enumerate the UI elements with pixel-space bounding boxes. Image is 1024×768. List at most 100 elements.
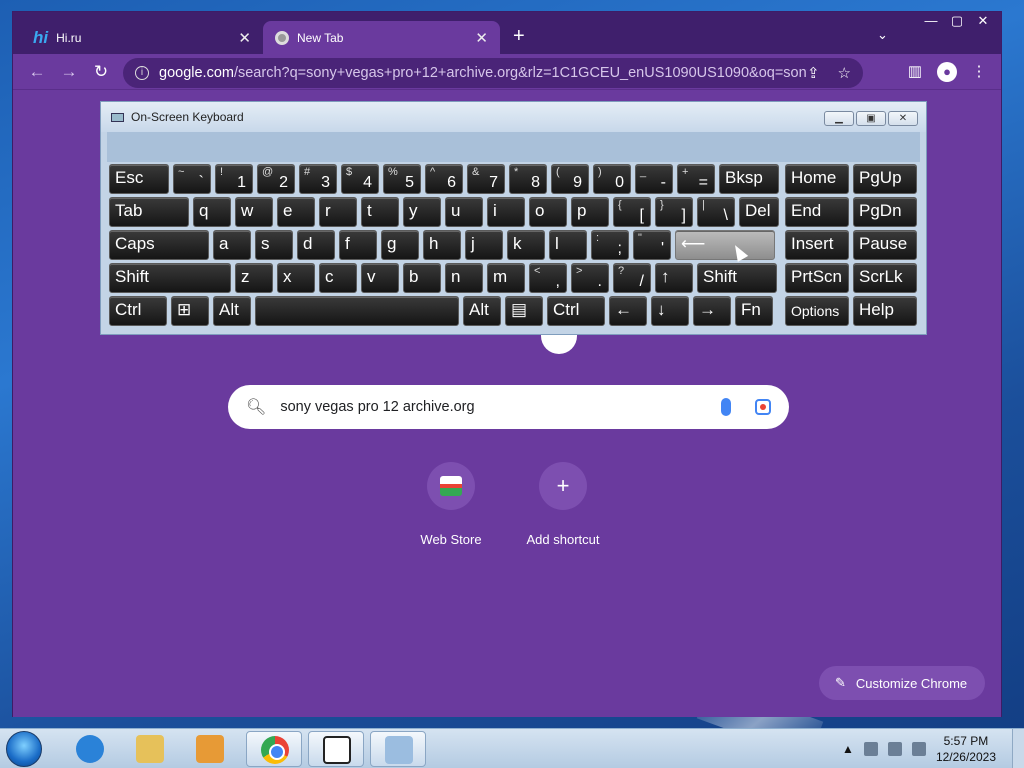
tab-new-tab[interactable]: New Tab ✕: [263, 21, 500, 54]
close-icon[interactable]: ✕: [238, 29, 251, 47]
osk-key[interactable]: ~ `: [173, 164, 211, 194]
osk-key[interactable]: Del: [739, 197, 779, 227]
osk-key[interactable]: Shift: [109, 263, 231, 293]
osk-key[interactable]: ⟵: [675, 230, 775, 260]
osk-key[interactable]: Ctrl: [547, 296, 605, 326]
osk-key[interactable]: * 8: [509, 164, 547, 194]
osk-key[interactable]: >.: [571, 263, 609, 293]
minimize-icon[interactable]: ▁: [824, 111, 854, 126]
osk-key[interactable]: Esc: [109, 164, 169, 194]
close-icon[interactable]: ✕: [888, 111, 918, 126]
osk-key[interactable]: j: [465, 230, 503, 260]
close-icon[interactable]: ✕: [971, 12, 995, 29]
tab-search-chevron-icon[interactable]: ⌄: [877, 27, 888, 43]
osk-key[interactable]: w: [235, 197, 273, 227]
google-lens-icon[interactable]: [755, 399, 771, 415]
osk-key[interactable]: + =: [677, 164, 715, 194]
osk-key[interactable]: d: [297, 230, 335, 260]
reload-icon[interactable]: ↻: [89, 60, 113, 84]
osk-key[interactable]: #3: [299, 164, 337, 194]
osk-key[interactable]: :;: [591, 230, 629, 260]
osk-key[interactable]: @2: [257, 164, 295, 194]
osk-key[interactable]: o: [529, 197, 567, 227]
osk-key[interactable]: _ -: [635, 164, 673, 194]
osk-key[interactable]: t: [361, 197, 399, 227]
osk-key[interactable]: <,: [529, 263, 567, 293]
osk-key[interactable]: ScrLk: [853, 263, 917, 293]
taskbar-app[interactable]: [308, 731, 364, 767]
osk-key[interactable]: e: [277, 197, 315, 227]
network-icon[interactable]: [887, 742, 902, 756]
osk-key[interactable]: c: [319, 263, 357, 293]
osk-key[interactable]: r: [319, 197, 357, 227]
osk-key[interactable]: {[: [613, 197, 651, 227]
osk-key[interactable]: ^ 6: [425, 164, 463, 194]
osk-key[interactable]: PgDn: [853, 197, 917, 227]
osk-key[interactable]: b: [403, 263, 441, 293]
osk-key[interactable]: a: [213, 230, 251, 260]
osk-key[interactable]: f: [339, 230, 377, 260]
osk-key[interactable]: " ': [633, 230, 671, 260]
osk-key[interactable]: ↓: [651, 296, 689, 326]
osk-key[interactable]: Fn: [735, 296, 773, 326]
osk-key[interactable]: p: [571, 197, 609, 227]
osk-key[interactable]: u: [445, 197, 483, 227]
osk-key[interactable]: ↑: [655, 263, 693, 293]
osk-key[interactable]: l: [549, 230, 587, 260]
osk-key[interactable]: ! 1: [215, 164, 253, 194]
osk-key[interactable]: ) 0: [593, 164, 631, 194]
taskbar-internet-explorer[interactable]: [62, 731, 118, 767]
osk-key[interactable]: PrtScn: [785, 263, 849, 293]
action-center-icon[interactable]: [863, 742, 878, 756]
minimize-icon[interactable]: —: [919, 12, 943, 29]
osk-key[interactable]: Alt: [213, 296, 251, 326]
osk-key[interactable]: m: [487, 263, 525, 293]
osk-key[interactable]: Home: [785, 164, 849, 194]
volume-muted-icon[interactable]: [911, 742, 926, 756]
tray-expand-icon[interactable]: ▲: [842, 742, 854, 756]
osk-key[interactable]: i: [487, 197, 525, 227]
osk-key[interactable]: Alt: [463, 296, 501, 326]
osk-key[interactable]: Shift: [697, 263, 777, 293]
taskbar-on-screen-keyboard[interactable]: [370, 731, 426, 767]
osk-key[interactable]: Ctrl: [109, 296, 167, 326]
osk-key[interactable]: v: [361, 263, 399, 293]
osk-key[interactable]: ⊞: [171, 296, 209, 326]
shortcut-web-store[interactable]: Web Store: [396, 462, 506, 547]
osk-title-bar[interactable]: On-Screen Keyboard: [101, 102, 926, 132]
osk-key[interactable]: PgUp: [853, 164, 917, 194]
search-box[interactable]: 🔍︎ sony vegas pro 12 archive.org: [228, 385, 789, 429]
osk-key[interactable]: }]: [655, 197, 693, 227]
taskbar-file-explorer[interactable]: [122, 731, 178, 767]
shortcut-add[interactable]: + Add shortcut: [508, 462, 618, 547]
maximize-icon[interactable]: ▢: [945, 12, 969, 29]
clock[interactable]: 5:57 PM 12/26/2023: [936, 733, 996, 765]
osk-key[interactable]: Help: [853, 296, 917, 326]
bookmark-star-icon[interactable]: ☆: [838, 64, 851, 82]
forward-arrow-icon[interactable]: →: [57, 60, 81, 84]
microphone-icon[interactable]: [721, 398, 731, 416]
osk-key[interactable]: Tab: [109, 197, 189, 227]
close-icon[interactable]: ✕: [475, 29, 488, 47]
search-input[interactable]: sony vegas pro 12 archive.org: [280, 399, 721, 415]
share-icon[interactable]: ⇪: [807, 64, 820, 82]
osk-key[interactable]: Bksp: [719, 164, 779, 194]
osk-key[interactable]: s: [255, 230, 293, 260]
osk-key[interactable]: & 7: [467, 164, 505, 194]
osk-key[interactable]: z: [235, 263, 273, 293]
taskbar-media-player[interactable]: [182, 731, 238, 767]
osk-key[interactable]: g: [381, 230, 419, 260]
osk-key[interactable]: x: [277, 263, 315, 293]
osk-key[interactable]: y: [403, 197, 441, 227]
start-button[interactable]: [6, 731, 42, 767]
osk-key[interactable]: h: [423, 230, 461, 260]
osk-key[interactable]: [255, 296, 459, 326]
osk-key[interactable]: Caps: [109, 230, 209, 260]
customize-chrome-button[interactable]: ✎ Customize Chrome: [819, 666, 985, 700]
side-panel-icon[interactable]: ▥: [903, 60, 927, 84]
maximize-icon[interactable]: ▣: [856, 111, 886, 126]
osk-key[interactable]: n: [445, 263, 483, 293]
tab-hi-ru[interactable]: hi Hi.ru ✕: [21, 21, 263, 54]
osk-key[interactable]: Pause: [853, 230, 917, 260]
osk-key[interactable]: ? /: [613, 263, 651, 293]
